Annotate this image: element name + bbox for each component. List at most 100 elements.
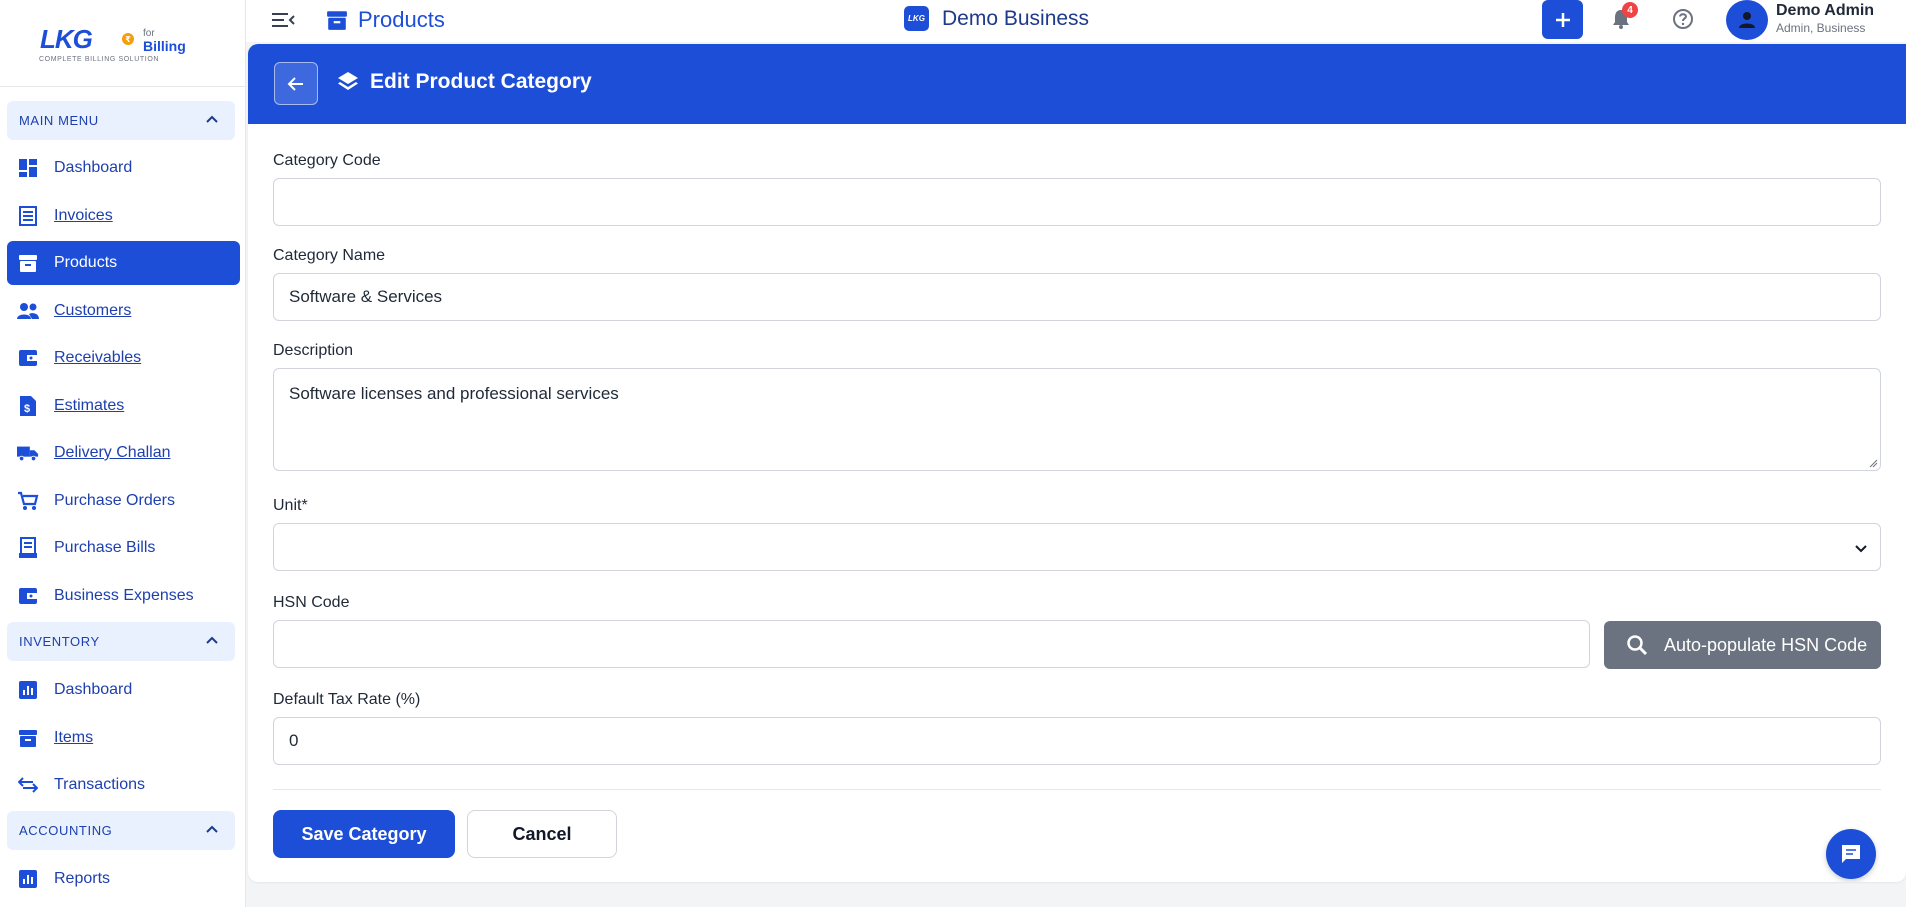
sidebar-item-label: Estimates <box>54 397 125 414</box>
sidebar-item-label: Purchase Orders <box>54 492 175 509</box>
user-name: Demo Admin <box>1776 2 1875 19</box>
wallet-icon <box>17 585 39 607</box>
description-textarea[interactable]: Software licenses and professional servi… <box>273 368 1881 471</box>
sidebar-item-invoices[interactable]: Invoices <box>7 194 240 238</box>
people-icon <box>17 300 39 322</box>
form-title: Edit Product Category <box>336 70 592 94</box>
sidebar-item-purchase-bills[interactable]: Purchase Bills <box>7 526 240 570</box>
sidebar-item-purchase-orders[interactable]: Purchase Orders <box>7 479 240 523</box>
sidebar-item-label: Items <box>54 729 94 746</box>
section-accounting[interactable]: ACCOUNTING <box>7 811 235 850</box>
avatar[interactable] <box>1726 0 1768 40</box>
estimate-document-icon: $ <box>17 395 39 417</box>
bar-chart-icon <box>17 679 39 701</box>
auto-populate-hsn-label: Auto-populate HSN Code <box>1664 634 1868 655</box>
resize-grip-icon[interactable] <box>1868 458 1878 468</box>
dashboard-icon <box>17 157 39 179</box>
sidebar-item-label: Transactions <box>54 776 145 793</box>
help-icon[interactable] <box>1671 7 1695 31</box>
chevron-down-icon <box>1855 545 1867 553</box>
sidebar-item-label: Delivery Challan <box>54 444 171 461</box>
business-name: Demo Business <box>942 6 1090 30</box>
layers-icon <box>338 72 358 90</box>
sidebar-item-business-expenses[interactable]: Business Expenses <box>7 574 240 618</box>
sidebar-item-label: Purchase Bills <box>54 539 156 556</box>
brand-coin-icon: ₹ <box>122 33 134 45</box>
sidebar-item-label: Products <box>54 254 118 271</box>
chat-icon <box>1842 845 1860 863</box>
edit-category-card: Edit Product Category Category Code Cate… <box>248 44 1906 882</box>
business-switcher[interactable]: LKG Demo Business <box>904 6 1089 31</box>
category-name-input[interactable]: Software & Services <box>273 273 1881 321</box>
tax-rate-label: Default Tax Rate (%) <box>273 691 421 708</box>
sidebar-item-label: Dashboard <box>54 681 133 698</box>
category-code-label: Category Code <box>273 152 381 169</box>
form-divider <box>273 789 1881 790</box>
sidebar-item-label: Business Expenses <box>54 587 194 604</box>
menu-collapse-icon[interactable] <box>270 8 296 32</box>
category-code-input[interactable] <box>273 178 1881 226</box>
back-button[interactable] <box>274 62 318 105</box>
chevron-up-icon <box>206 115 218 123</box>
wallet-icon <box>17 347 39 369</box>
sidebar: LKG COMPLETE BILLING SOLUTION ₹ for Bill… <box>0 0 246 907</box>
archive-box-icon <box>17 727 39 749</box>
sidebar-item-transactions[interactable]: Transactions <box>7 763 240 807</box>
save-category-button[interactable]: Save Category <box>273 810 455 858</box>
section-main-menu-label: MAIN MENU <box>19 113 99 128</box>
section-inventory-label: INVENTORY <box>19 634 100 649</box>
page-title: Products <box>326 7 445 33</box>
user-role: Admin, Business <box>1776 21 1866 35</box>
description-text: Software licenses and professional servi… <box>289 384 619 403</box>
swap-arrows-icon <box>17 774 39 796</box>
category-name-label: Category Name <box>273 247 386 264</box>
unit-select[interactable] <box>273 523 1881 571</box>
sidebar-item-estimates[interactable]: $ Estimates <box>7 384 240 428</box>
section-main-menu[interactable]: MAIN MENU <box>7 101 235 140</box>
sidebar-item-label: Invoices <box>54 207 113 224</box>
cart-icon <box>17 490 39 512</box>
sidebar-item-dashboard[interactable]: Dashboard <box>7 146 240 190</box>
sidebar-item-label: Dashboard <box>54 159 133 176</box>
sidebar-item-reports[interactable]: Reports <box>7 857 240 901</box>
brand-product: Billing <box>143 38 186 54</box>
section-accounting-label: ACCOUNTING <box>19 823 113 838</box>
receipt-icon <box>17 205 39 227</box>
section-inventory[interactable]: INVENTORY <box>7 622 235 661</box>
auto-populate-hsn-button[interactable]: Auto-populate HSN Code <box>1604 621 1881 669</box>
user-icon <box>1739 12 1755 28</box>
tax-rate-input[interactable]: 0 <box>273 717 1881 765</box>
business-logo: LKG <box>904 6 929 31</box>
hsn-code-input[interactable] <box>273 620 1590 668</box>
notification-badge: 4 <box>1622 2 1638 18</box>
unit-label: Unit* <box>273 497 308 514</box>
archive-box-icon <box>327 11 347 30</box>
form-title-text: Edit Product Category <box>370 70 592 93</box>
sidebar-item-inventory-dashboard[interactable]: Dashboard <box>7 668 240 712</box>
svg-text:$: $ <box>24 403 30 415</box>
quick-add-button[interactable] <box>1542 0 1583 39</box>
sidebar-item-products[interactable]: Products <box>7 241 240 285</box>
top-bar: Products LKG Demo Business 4 Demo Admin … <box>246 0 1906 42</box>
sidebar-item-customers[interactable]: Customers <box>7 289 240 333</box>
sidebar-item-label: Reports <box>54 870 111 887</box>
sidebar-item-label: Receivables <box>54 349 142 366</box>
cancel-button[interactable]: Cancel <box>467 810 617 858</box>
brand-logo[interactable]: LKG COMPLETE BILLING SOLUTION ₹ for Bill… <box>0 0 245 87</box>
description-label: Description <box>273 342 354 359</box>
archive-box-icon <box>17 252 39 274</box>
sidebar-item-items[interactable]: Items <box>7 716 240 760</box>
brand-logo-text: LKG <box>40 24 93 54</box>
hsn-code-label: HSN Code <box>273 594 350 611</box>
chat-button[interactable] <box>1826 829 1876 879</box>
brand-tagline: COMPLETE BILLING SOLUTION <box>39 56 160 63</box>
arrow-left-icon <box>287 76 303 91</box>
sidebar-item-receivables[interactable]: Receivables <box>7 336 240 380</box>
plus-icon <box>1555 12 1570 27</box>
sidebar-item-delivery-challan[interactable]: Delivery Challan <box>7 431 240 475</box>
chevron-up-icon <box>206 825 218 833</box>
sidebar-item-label: Customers <box>54 302 132 319</box>
card-header: Edit Product Category <box>248 44 1906 124</box>
chevron-up-icon <box>206 636 218 644</box>
bill-icon <box>17 537 39 559</box>
